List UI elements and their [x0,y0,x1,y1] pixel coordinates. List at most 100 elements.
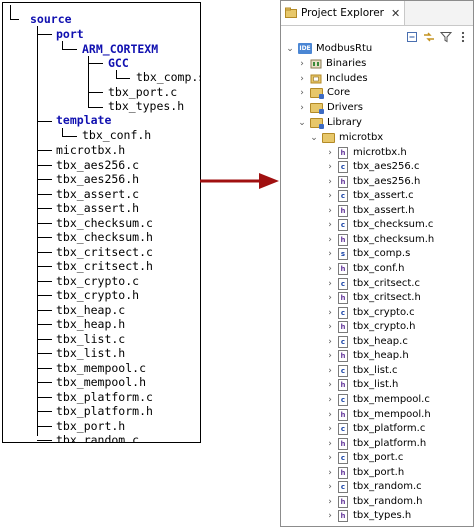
file-tree-item[interactable]: › h tbx_heap.h [325,348,409,363]
file-tree-item[interactable]: › c tbx_aes256.c [325,159,419,174]
source-tree-diagram: source port ARM_CORTEXM GCC tbx_comp.s t… [2,2,201,443]
tree-item[interactable]: › Binaries [297,56,366,71]
arrow-icon [200,173,279,189]
file-tree-item[interactable]: › s tbx_comp.s [325,246,410,261]
chevron-down-icon[interactable]: ⌄ [285,44,295,54]
file-item: tbx_crypto.c [56,274,140,288]
project-explorer-icon [285,7,297,18]
tree-line [116,70,117,78]
close-icon[interactable]: ✕ [391,7,400,20]
chevron-down-icon[interactable]: ⌄ [297,118,307,128]
chevron-right-icon[interactable]: › [325,293,335,303]
chevron-right-icon[interactable]: › [325,351,335,361]
chevron-right-icon[interactable]: › [325,264,335,274]
chevron-right-icon[interactable]: › [325,322,335,332]
dir-gcc: GCC [108,56,129,70]
file-item: tbx_mempool.c [56,361,147,375]
chevron-right-icon[interactable]: › [325,148,335,158]
file-tree-item[interactable]: › h tbx_mempool.h [325,407,431,422]
file-tree-item[interactable]: › h tbx_list.h [325,377,398,392]
tree-item-label: microtbx.h [353,147,407,158]
chevron-right-icon[interactable]: › [325,439,335,449]
file-tree-item[interactable]: › h tbx_conf.h [325,261,404,276]
chevron-right-icon[interactable]: › [325,482,335,492]
tree-item[interactable]: › Drivers [297,100,363,115]
chevron-right-icon[interactable]: › [325,206,335,216]
chevron-right-icon[interactable]: › [325,468,335,478]
chevron-right-icon[interactable]: › [325,497,335,507]
file-tree-item[interactable]: › h tbx_critsect.h [325,290,421,305]
tree-line [37,194,52,195]
file-tree-item[interactable]: › c tbx_critsect.c [325,276,420,291]
source-folder-icon [310,87,324,99]
chevron-right-icon[interactable]: › [325,177,335,187]
chevron-right-icon[interactable]: › [325,410,335,420]
chevron-right-icon[interactable]: › [325,453,335,463]
chevron-right-icon[interactable]: › [325,424,335,434]
tree-item[interactable]: ⌄ Library [297,115,362,130]
chevron-right-icon[interactable]: › [325,366,335,376]
c-source-file-icon: c [338,189,348,202]
file-tree-item[interactable]: › c tbx_mempool.c [325,392,430,407]
binaries-icon [310,59,322,68]
file-tree-item[interactable]: › h tbx_platform.h [325,436,426,451]
link-with-editor-icon[interactable] [423,31,435,43]
chevron-right-icon[interactable]: › [325,220,335,230]
file-tree-item[interactable]: › c tbx_port.c [325,450,403,465]
file-item: tbx_assert.h [56,201,140,215]
header-file-icon: h [338,320,348,333]
view-menu-icon[interactable] [457,31,469,43]
file-item: tbx_heap.c [56,303,126,317]
tree-line [37,252,52,253]
file-tree-item[interactable]: › c tbx_list.c [325,363,398,378]
chevron-down-icon[interactable]: ⌄ [309,133,319,143]
chevron-right-icon[interactable]: › [325,395,335,405]
header-file-icon: h [338,175,348,188]
tree-item-label: tbx_heap.h [353,350,409,361]
file-tree-item[interactable]: › c tbx_random.c [325,479,422,494]
file-tree-item[interactable]: › c tbx_assert.c [325,188,414,203]
tree-line [37,223,52,224]
view-toolbar [406,25,469,49]
tree-item[interactable]: › Includes [297,71,367,86]
tree-line [37,339,52,340]
chevron-right-icon[interactable]: › [297,74,307,84]
chevron-right-icon[interactable]: › [325,308,335,318]
file-tree-item[interactable]: › h tbx_aes256.h [325,174,420,189]
collapse-all-icon[interactable] [406,31,418,43]
filter-icon[interactable] [440,31,452,43]
source-tree: source port ARM_CORTEXM GCC tbx_comp.s t… [3,3,200,442]
tree-line [116,78,130,79]
file-tree-item[interactable]: › h tbx_crypto.h [325,319,415,334]
tree-item-project[interactable]: ⌄ IDE ModbusRtu [285,41,372,56]
chevron-right-icon[interactable]: › [325,162,335,172]
dir-arm-cortexm: ARM_CORTEXM [82,42,159,56]
chevron-right-icon[interactable]: › [325,279,335,289]
chevron-right-icon[interactable]: › [325,191,335,201]
tree-item[interactable]: ⌄ microtbx [309,130,383,145]
chevron-right-icon[interactable]: › [325,337,335,347]
chevron-right-icon[interactable]: › [325,380,335,390]
file-tree-item[interactable]: › h tbx_types.h [325,508,411,523]
tree-item-label: tbx_crypto.c [353,307,415,318]
file-tree-item[interactable]: › h tbx_checksum.h [325,232,434,247]
file-item: tbx_platform.c [56,390,153,404]
tree-item-label: tbx_heap.c [353,336,408,347]
chevron-right-icon[interactable]: › [297,59,307,69]
chevron-right-icon[interactable]: › [325,249,335,259]
chevron-right-icon[interactable]: › [297,88,307,98]
file-tree-item[interactable]: › c tbx_platform.c [325,421,425,436]
chevron-right-icon[interactable]: › [325,511,335,521]
file-tree-item[interactable]: › h tbx_random.h [325,494,423,509]
tree-item[interactable]: › Core [297,85,350,100]
file-tree-item[interactable]: › h microtbx.h [325,145,407,160]
chevron-right-icon[interactable]: › [325,235,335,245]
file-tree-item[interactable]: › c tbx_checksum.c [325,217,433,232]
file-tree-item[interactable]: › c tbx_crypto.c [325,305,415,320]
file-tree-item[interactable]: › c tbx_heap.c [325,334,408,349]
file-tree-item[interactable]: › h tbx_port.h [325,465,404,480]
file-tbx-conf-h: tbx_conf.h [82,128,152,142]
tab-project-explorer[interactable]: Project Explorer ✕ [281,1,406,25]
file-tree-item[interactable]: › h tbx_assert.h [325,203,414,218]
chevron-right-icon[interactable]: › [297,103,307,113]
